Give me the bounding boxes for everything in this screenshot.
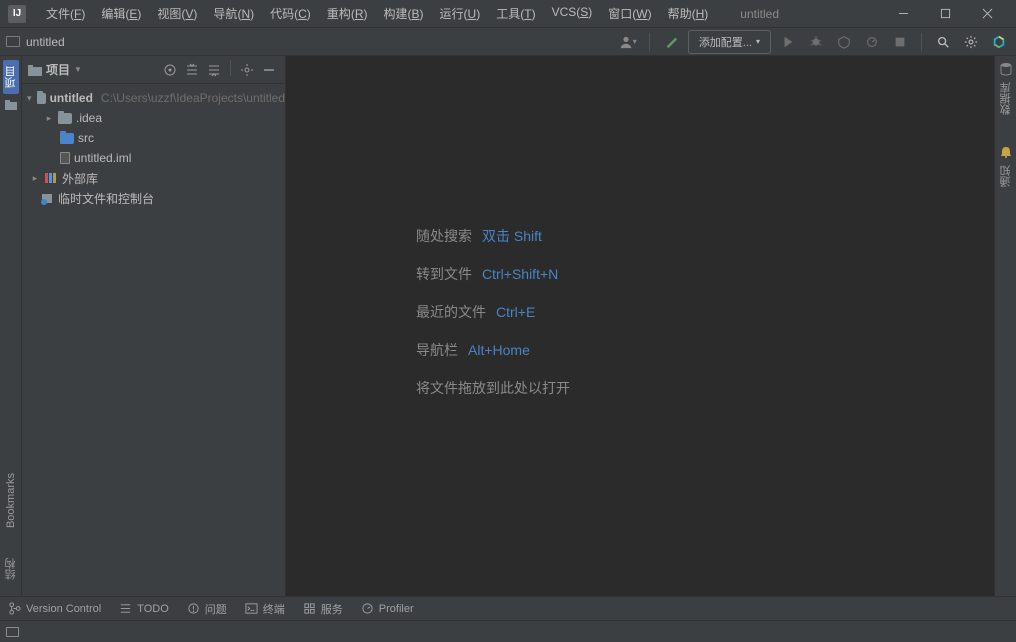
run-button[interactable] — [777, 31, 799, 53]
chevron-right-icon[interactable]: ▸ — [30, 173, 40, 184]
left-tool-gutter: 项目 Bookmarks 结构 — [0, 56, 22, 596]
tool-windows-toggle-icon[interactable] — [6, 627, 19, 637]
chevron-down-icon[interactable]: ▾ — [26, 93, 33, 104]
menu-run[interactable]: 运行(U) — [432, 1, 489, 26]
panel-settings-gear-icon[interactable] — [237, 60, 257, 80]
tool-services[interactable]: 服务 — [303, 601, 343, 617]
menu-refactor[interactable]: 重构(R) — [319, 1, 376, 26]
tool-terminal[interactable]: 终端 — [245, 601, 285, 617]
profiler-button[interactable] — [861, 31, 883, 53]
toolbar: untitled ▾ 添加配置...▾ — [0, 28, 1016, 56]
source-folder-icon — [60, 133, 74, 144]
hide-panel-icon[interactable] — [259, 60, 279, 80]
tree-node-src[interactable]: src — [22, 128, 285, 148]
tool-version-control[interactable]: Version Control — [8, 602, 101, 615]
menu-window[interactable]: 窗口(W) — [600, 1, 659, 26]
menu-build[interactable]: 构建(B) — [375, 1, 431, 26]
tool-todo[interactable]: TODO — [119, 602, 169, 615]
bottom-tool-strip: Version Control TODO 问题 终端 服务 Profiler — [0, 596, 1016, 620]
bell-icon[interactable] — [999, 145, 1013, 159]
statusbar — [0, 620, 1016, 642]
menu-code[interactable]: 代码(C) — [262, 1, 319, 26]
folder-icon — [4, 98, 18, 112]
menu-view[interactable]: 视图(V) — [149, 1, 205, 26]
expand-all-icon[interactable] — [182, 60, 202, 80]
window-title-project: untitled — [740, 7, 779, 21]
titlebar: IJ 文件(F) 编辑(E) 视图(V) 导航(N) 代码(C) 重构(R) 构… — [0, 0, 1016, 28]
tab-project[interactable]: 项目 — [3, 60, 19, 94]
tip-nav-bar: 导航栏 Alt+Home — [416, 340, 570, 360]
tab-database[interactable]: 数据库 — [998, 76, 1014, 121]
close-button[interactable] — [966, 0, 1008, 28]
user-icon[interactable]: ▾ — [617, 31, 639, 53]
module-icon — [6, 36, 20, 47]
divider — [649, 33, 650, 51]
folder-icon — [28, 64, 42, 76]
library-icon — [44, 172, 58, 184]
divider — [230, 60, 231, 76]
project-tree[interactable]: ▾ untitled C:\Users\uzzf\IdeaProjects\un… — [22, 84, 285, 212]
settings-gear-icon[interactable] — [960, 31, 982, 53]
main-area: 项目 Bookmarks 结构 项目 ▼ ▾ — [0, 56, 1016, 596]
menu-help[interactable]: 帮助(H) — [660, 1, 717, 26]
tip-search-everywhere: 随处搜索 双击 Shift — [416, 226, 570, 246]
folder-icon — [58, 113, 72, 124]
panel-title-text: 项目 — [46, 61, 70, 78]
tip-recent-files: 最近的文件 Ctrl+E — [416, 302, 570, 322]
tree-node-iml[interactable]: untitled.iml — [22, 148, 285, 168]
search-icon[interactable] — [932, 31, 954, 53]
tab-bookmarks[interactable]: Bookmarks — [5, 467, 17, 534]
debug-button[interactable] — [805, 31, 827, 53]
tree-node-idea[interactable]: ▸ .idea — [22, 108, 285, 128]
folder-icon — [37, 93, 46, 104]
tree-node-external-libs[interactable]: ▸ 外部库 — [22, 168, 285, 188]
main-menu: 文件(F) 编辑(E) 视图(V) 导航(N) 代码(C) 重构(R) 构建(B… — [38, 1, 716, 26]
menu-file[interactable]: 文件(F) — [38, 1, 93, 26]
tree-node-scratch[interactable]: 临时文件和控制台 — [22, 188, 285, 208]
menu-vcs[interactable]: VCS(S) — [544, 1, 601, 26]
collapse-all-icon[interactable] — [204, 60, 224, 80]
breadcrumb[interactable]: untitled — [26, 35, 65, 49]
code-with-me-icon[interactable] — [988, 31, 1010, 53]
coverage-button[interactable] — [833, 31, 855, 53]
run-configuration-selector[interactable]: 添加配置...▾ — [688, 30, 771, 54]
tool-problems[interactable]: 问题 — [187, 601, 227, 617]
maximize-button[interactable] — [924, 0, 966, 28]
database-icon[interactable] — [999, 62, 1013, 76]
tip-go-to-file: 转到文件 Ctrl+Shift+N — [416, 264, 570, 284]
divider — [921, 33, 922, 51]
right-tool-gutter: 数据库 通知 — [994, 56, 1016, 596]
file-icon — [60, 152, 70, 164]
drop-hint: 将文件拖放到此处以打开 — [416, 378, 570, 398]
menu-edit[interactable]: 编辑(E) — [93, 1, 149, 26]
window-controls — [882, 0, 1008, 28]
tab-structure[interactable]: 结构 — [3, 552, 19, 586]
ide-logo-icon: IJ — [8, 5, 26, 23]
project-panel-header: 项目 ▼ — [22, 56, 285, 84]
select-opened-file-icon[interactable] — [160, 60, 180, 80]
project-tool-window: 项目 ▼ ▾ untitled C:\Users\uzzf\IdeaProjec… — [22, 56, 286, 596]
editor-empty-area[interactable]: 随处搜索 双击 Shift 转到文件 Ctrl+Shift+N 最近的文件 Ct… — [286, 56, 994, 596]
scratch-icon — [40, 191, 54, 205]
tool-profiler[interactable]: Profiler — [361, 602, 414, 615]
minimize-button[interactable] — [882, 0, 924, 28]
tree-node-root[interactable]: ▾ untitled C:\Users\uzzf\IdeaProjects\un… — [22, 88, 285, 108]
menu-tools[interactable]: 工具(T) — [488, 1, 543, 26]
tab-notifications[interactable]: 通知 — [998, 159, 1014, 193]
chevron-right-icon[interactable]: ▸ — [44, 113, 54, 124]
stop-button[interactable] — [889, 31, 911, 53]
build-hammer-icon[interactable] — [660, 31, 682, 53]
editor-tips: 随处搜索 双击 Shift 转到文件 Ctrl+Shift+N 最近的文件 Ct… — [416, 226, 570, 398]
chevron-down-icon[interactable]: ▼ — [74, 65, 82, 74]
menu-navigate[interactable]: 导航(N) — [205, 1, 262, 26]
